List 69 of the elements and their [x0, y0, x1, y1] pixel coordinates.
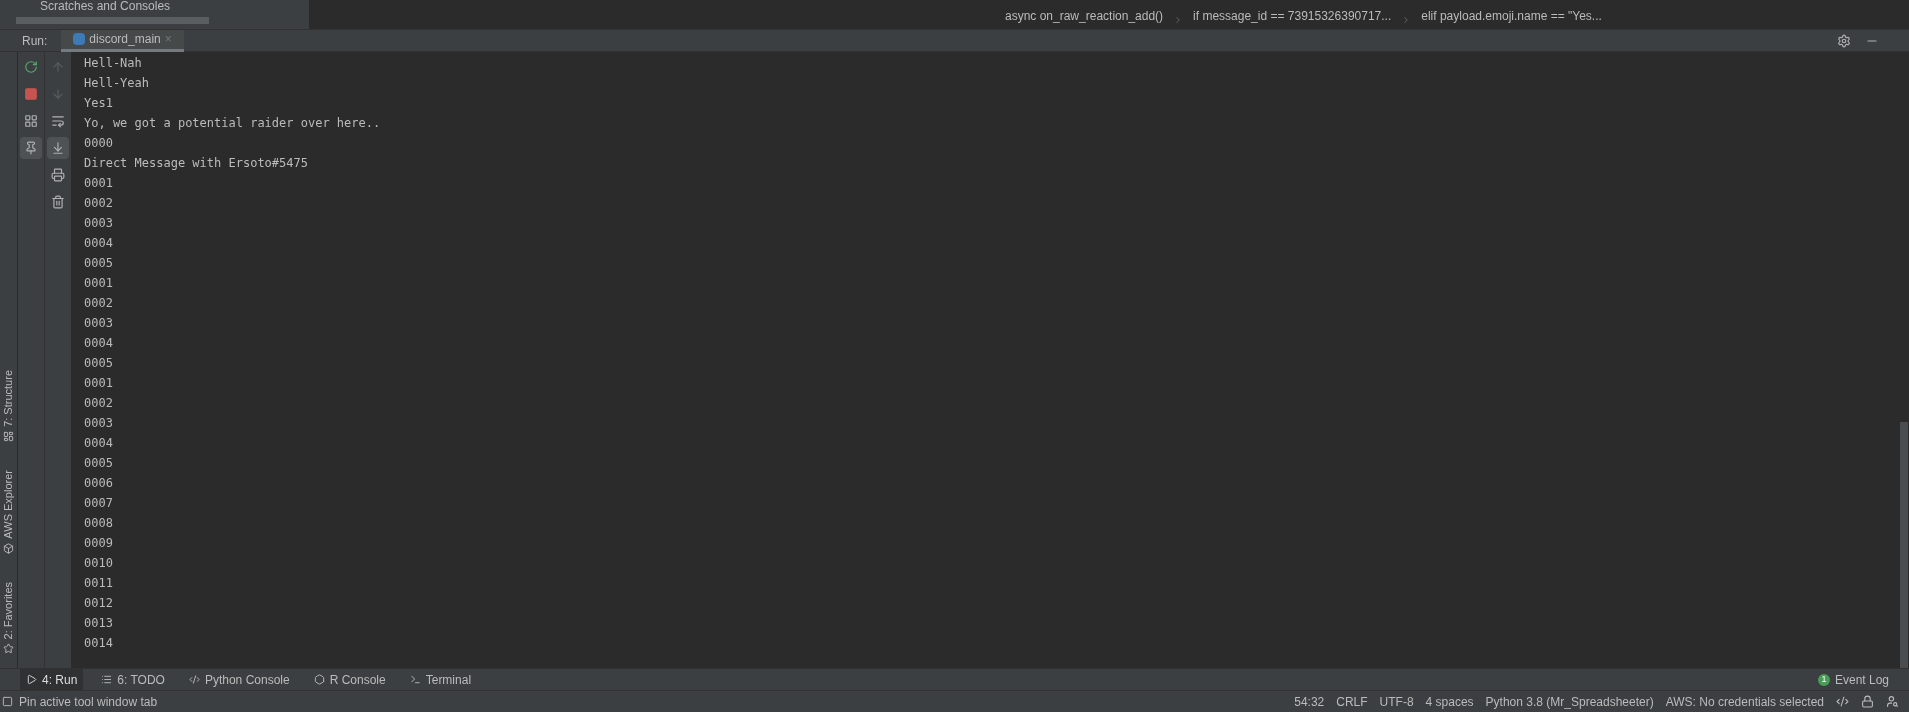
tool-window-tab[interactable]: 4: Run [20, 668, 84, 691]
console-line: 0014 [84, 635, 113, 652]
console-line: Yes1 [84, 95, 113, 112]
tool-window-tab[interactable]: 6: TODO [95, 668, 171, 691]
console-line: 0013 [84, 615, 113, 632]
tool-window-tab[interactable]: R Console [307, 668, 392, 691]
breadcrumb[interactable]: if message_id == 73915326390717... [1193, 7, 1392, 25]
console-line: 0001 [84, 375, 113, 392]
console-line: 0004 [84, 435, 113, 452]
console-line: 0002 [84, 395, 113, 412]
settings-icon[interactable] [1837, 33, 1851, 48]
status-item[interactable]: UTF-8 [1379, 692, 1414, 711]
lock-icon[interactable] [1861, 695, 1874, 708]
event-log-button[interactable]: 1 Event Log [1817, 670, 1889, 689]
console-line: Hell-Yeah [84, 75, 150, 92]
breadcrumb[interactable]: elif payload.emoji.name == "Yes... [1421, 7, 1602, 25]
console-line: 0012 [84, 595, 113, 612]
console-line: 0010 [84, 555, 113, 572]
console-line: 0007 [84, 495, 113, 512]
status-item[interactable]: Python 3.8 (Mr_Spreadsheeter) [1485, 692, 1654, 711]
side-tool-tab[interactable]: AWS Explorer [0, 469, 17, 554]
side-tool-tab[interactable]: 2: Favorites [0, 581, 17, 654]
notification-count: 1 [1817, 673, 1830, 686]
console-line: 0006 [84, 475, 113, 492]
terminal-icon [409, 674, 421, 685]
status-item[interactable]: CRLF [1336, 692, 1368, 711]
status-message: Pin active tool window tab [19, 693, 158, 711]
console-line: 0004 [84, 335, 113, 352]
play-icon [26, 674, 37, 685]
star-icon [3, 643, 14, 654]
tool-window-tab[interactable]: Python Console [182, 668, 296, 691]
console-line: Hell-Nah [84, 55, 142, 72]
status-icon [2, 696, 13, 707]
status-item[interactable]: 54:32 [1294, 692, 1325, 711]
code-icon [188, 674, 200, 685]
status-item[interactable]: AWS: No credentials selected [1665, 692, 1824, 711]
console-line: Direct Message with Ersoto#5475 [84, 155, 308, 172]
list-icon [101, 674, 113, 685]
console-line: 0009 [84, 535, 113, 552]
console-line: 0005 [84, 255, 113, 272]
console-line: 0002 [84, 295, 113, 312]
console-line: 0005 [84, 355, 113, 372]
console-line: 0002 [84, 195, 113, 212]
console-line: 0004 [84, 235, 113, 252]
console-line: 0011 [84, 575, 113, 592]
console-line: 0001 [84, 275, 113, 292]
tree-item[interactable]: Scratches and Consoles [40, 0, 171, 13]
status-item[interactable]: 4 spaces [1425, 692, 1474, 711]
console-line: 0008 [84, 515, 113, 532]
horizontal-scrollbar[interactable] [16, 17, 209, 24]
scroll-to-end-icon[interactable] [47, 137, 69, 159]
console-line: 0003 [84, 415, 113, 432]
console-line: Yo, we got a potential raider over here.. [84, 115, 381, 132]
scrollbar-thumb[interactable] [1900, 422, 1908, 668]
console-line: 0001 [84, 175, 113, 192]
run-tab[interactable]: discord_main × [61, 29, 184, 52]
hexagon-icon [313, 674, 325, 685]
structure-icon [3, 430, 14, 442]
console-line: 0003 [84, 315, 113, 332]
console-line: 0005 [84, 455, 113, 472]
console-line: 0000 [84, 135, 113, 152]
console-line: 0003 [84, 215, 113, 232]
cube-icon [3, 542, 14, 554]
side-tool-tab[interactable]: 7: Structure [0, 370, 17, 442]
inspector-icon[interactable] [1886, 695, 1899, 708]
run-label: Run: [22, 32, 48, 50]
pin-icon[interactable] [20, 137, 42, 159]
breadcrumb[interactable]: async on_raw_reaction_add() [1005, 7, 1164, 25]
tool-window-tab[interactable]: Terminal [403, 668, 478, 691]
